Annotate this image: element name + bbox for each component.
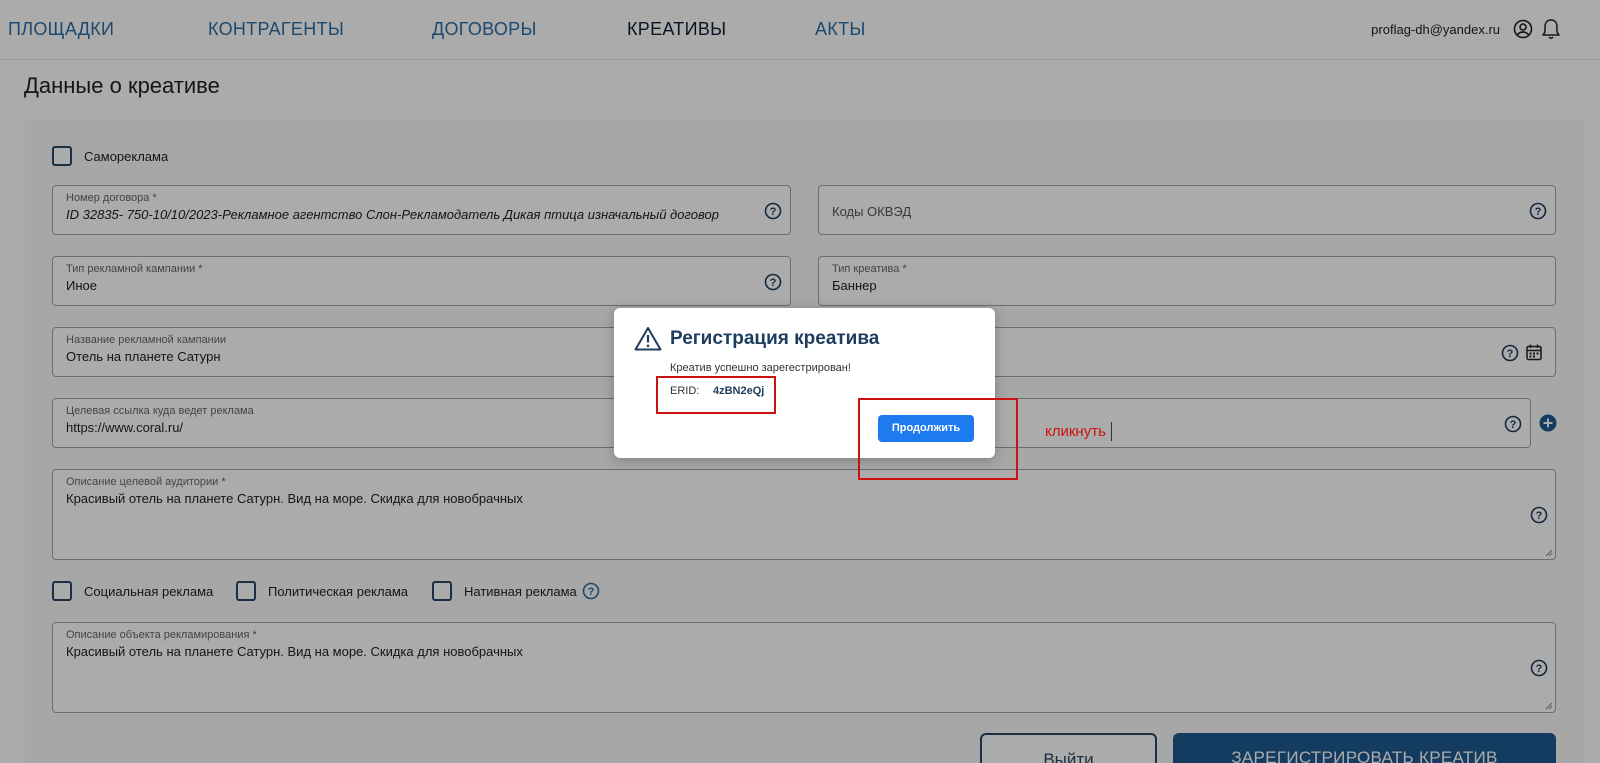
text-cursor [1111,422,1112,441]
click-annotation: кликнуть [1045,423,1106,440]
modal-title: Регистрация креатива [670,328,880,349]
modal-message: Креатив успешно зарегестрирован! [670,362,851,374]
warning-icon [634,327,662,351]
erid-highlight-box [656,376,776,414]
continue-highlight-box [858,398,1018,480]
